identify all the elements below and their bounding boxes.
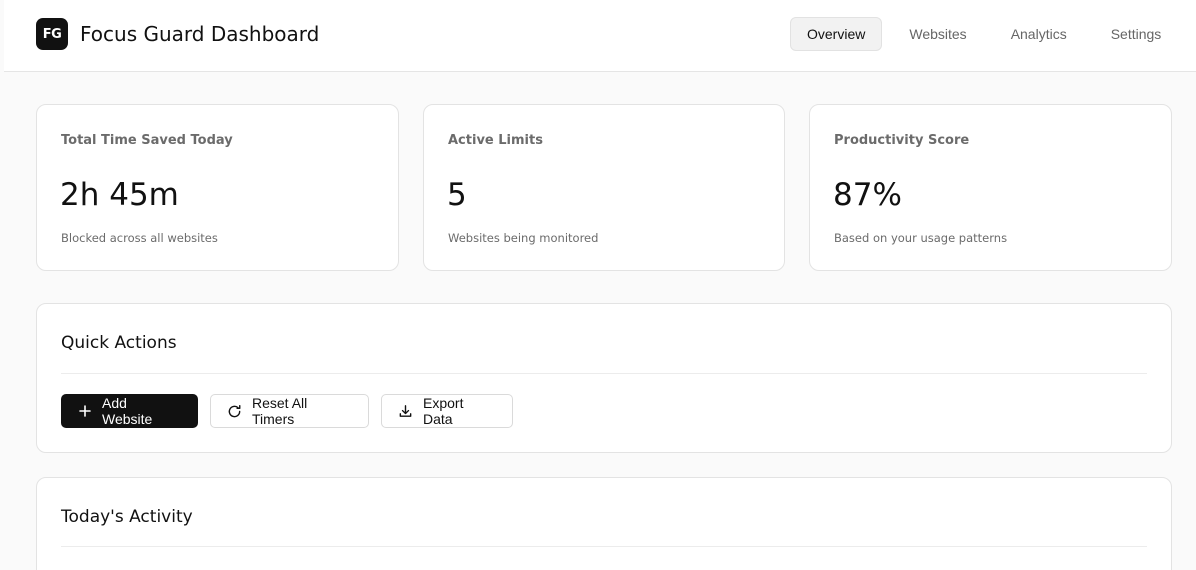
stat-label: Total Time Saved Today (61, 133, 233, 148)
plus-icon (78, 404, 92, 418)
button-label: Export Data (423, 395, 464, 427)
todays-activity-panel: Today's Activity (36, 477, 1172, 570)
download-icon (398, 404, 413, 419)
top-header: FG Focus Guard Dashboard Overview Websit… (4, 0, 1196, 72)
app-logo[interactable]: FG (36, 18, 68, 50)
nav-tab-settings[interactable]: Settings (1094, 17, 1179, 51)
nav-tab-websites[interactable]: Websites (892, 17, 983, 51)
divider (61, 546, 1147, 547)
section-title: Quick Actions (61, 333, 177, 353)
add-website-button[interactable]: Add Website (61, 394, 198, 428)
stat-label: Active Limits (448, 133, 543, 148)
button-label: Reset All Timers (252, 395, 308, 427)
stat-value: 87% (833, 177, 902, 213)
stat-card-time-saved: Total Time Saved Today 2h 45m Blocked ac… (36, 104, 399, 271)
stat-card-active-limits: Active Limits 5 Websites being monitored (423, 104, 785, 271)
quick-actions-panel: Quick Actions Add Website Reset All Time… (36, 303, 1172, 453)
button-label: Add Website (102, 395, 153, 427)
stat-card-productivity: Productivity Score 87% Based on your usa… (809, 104, 1172, 271)
export-data-button[interactable]: Export Data (381, 394, 513, 428)
main-nav: Overview Websites Analytics Settings (790, 17, 1188, 51)
stat-value: 5 (447, 177, 467, 213)
nav-tab-overview[interactable]: Overview (790, 17, 883, 51)
stat-description: Based on your usage patterns (834, 231, 1008, 245)
section-title: Today's Activity (61, 507, 193, 527)
stat-value: 2h 45m (60, 177, 179, 213)
divider (61, 373, 1147, 374)
nav-tab-analytics[interactable]: Analytics (994, 17, 1084, 51)
stat-label: Productivity Score (834, 133, 970, 148)
app-title: Focus Guard Dashboard (80, 22, 320, 46)
stat-description: Websites being monitored (448, 231, 599, 245)
refresh-icon (227, 404, 242, 419)
reset-all-timers-button[interactable]: Reset All Timers (210, 394, 369, 428)
stat-description: Blocked across all websites (61, 231, 218, 245)
